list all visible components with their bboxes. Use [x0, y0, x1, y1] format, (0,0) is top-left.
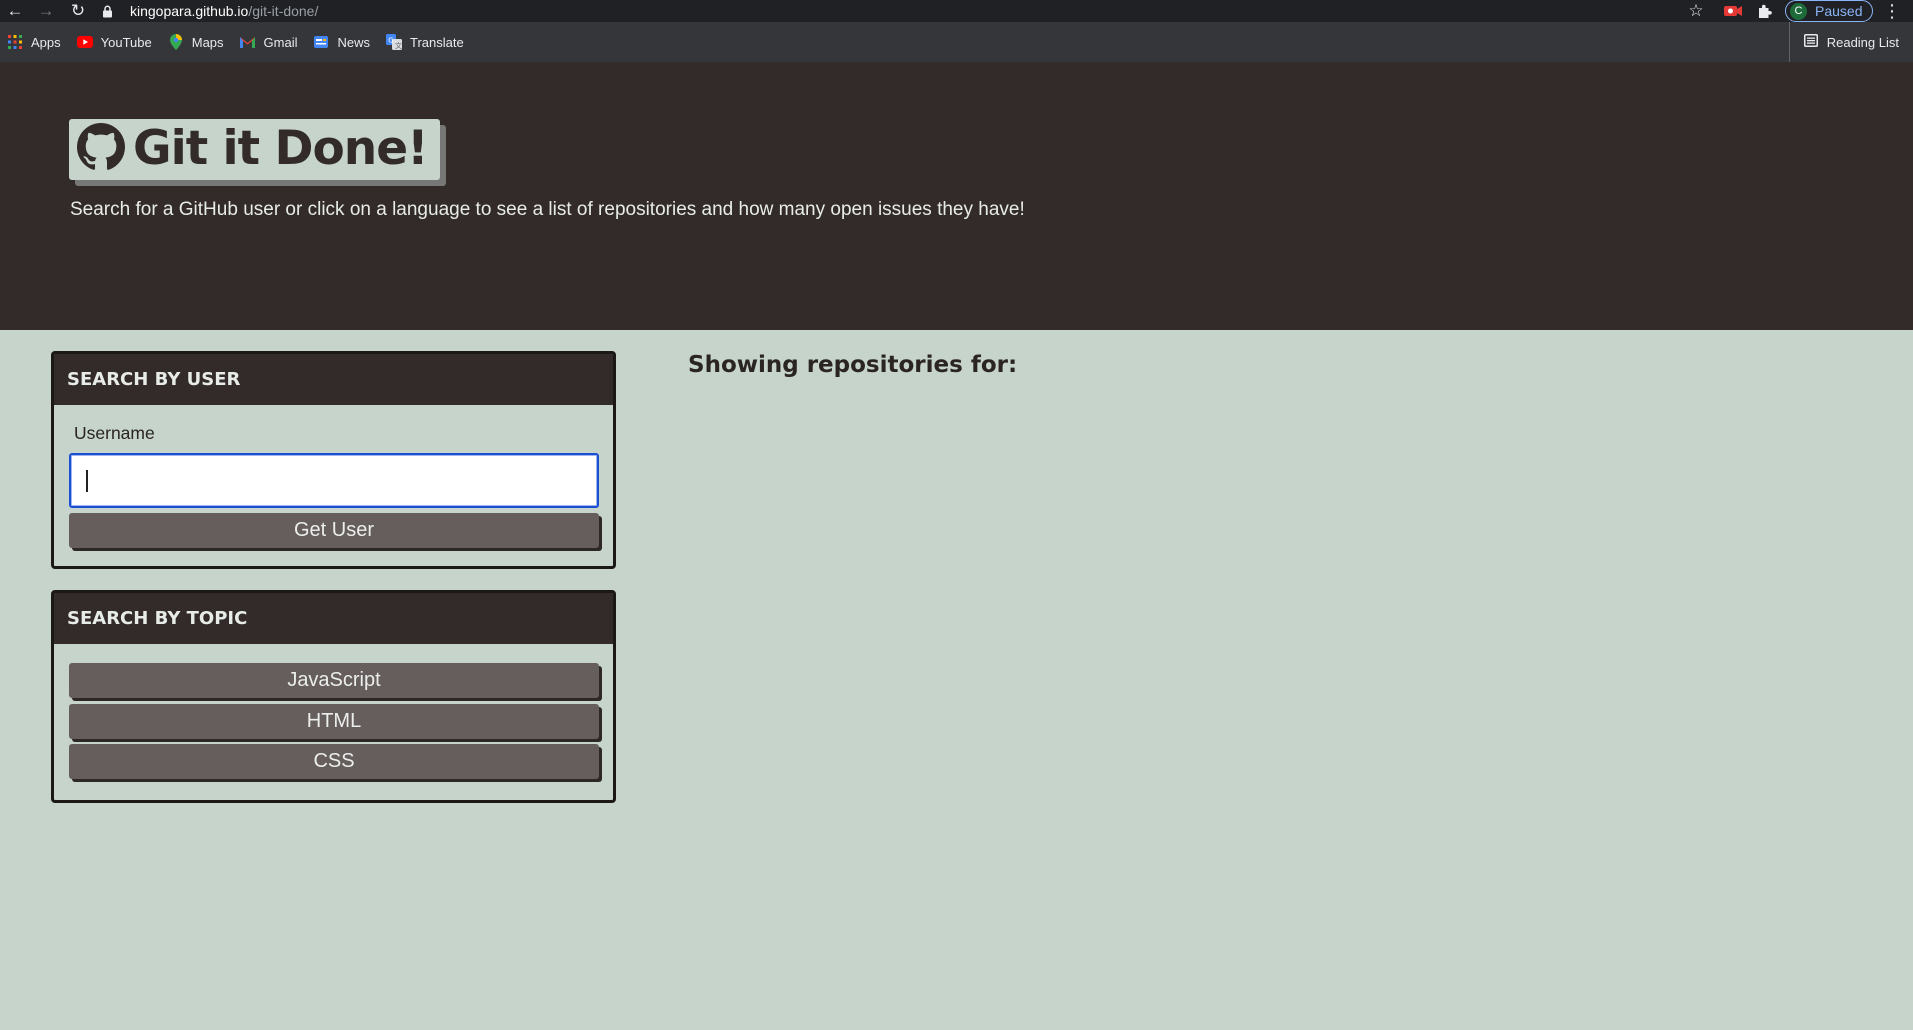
profile-status: Paused [1815, 3, 1863, 19]
repos-heading: Showing repositories for: [688, 352, 1018, 378]
address-bar[interactable]: kingopara.github.io/git-it-done/ [102, 0, 1707, 22]
svg-text:G: G [388, 37, 393, 45]
reading-list-icon [1803, 34, 1818, 50]
url-path: /git-it-done/ [248, 3, 319, 19]
browser-menu-icon[interactable]: ⋮ [1882, 0, 1902, 22]
news-icon [313, 34, 329, 50]
bookmark-label: Maps [191, 34, 224, 50]
gmail-icon [240, 34, 256, 50]
svg-text:文: 文 [395, 41, 402, 50]
github-octocat-icon [77, 122, 125, 176]
bookmark-apps[interactable]: Apps [0, 22, 69, 62]
extensions-puzzle-icon[interactable] [1756, 2, 1774, 20]
bookmark-label: News [337, 34, 370, 50]
reload-icon[interactable]: ↻ [65, 0, 91, 22]
site-subtitle: Search for a GitHub user or click on a l… [70, 199, 1025, 220]
user-search-card: SEARCH BY USER Username Get User [51, 351, 616, 569]
youtube-icon [76, 34, 93, 50]
bookmark-translate[interactable]: G文 Translate [378, 22, 472, 62]
bookmark-maps[interactable]: Maps [160, 22, 232, 62]
extension-recorder-icon[interactable] [1724, 3, 1742, 19]
bookmark-label: Apps [31, 34, 61, 50]
profile-avatar: C [1790, 2, 1807, 20]
topic-search-heading: SEARCH BY TOPIC [54, 593, 613, 644]
topic-button-css[interactable]: CSS [69, 744, 599, 779]
bookmark-star-icon[interactable]: ☆ [1685, 0, 1707, 22]
bookmark-label: Translate [410, 34, 464, 50]
site-logo: Git it Done! [69, 119, 440, 180]
text-caret [86, 470, 88, 492]
topic-search-card: SEARCH BY TOPIC JavaScript HTML CSS [51, 590, 616, 803]
translate-icon: G文 [386, 34, 402, 50]
reading-list-button[interactable]: Reading List [1788, 22, 1899, 62]
profile-button[interactable]: C Paused [1785, 0, 1873, 22]
topic-button-html[interactable]: HTML [69, 704, 599, 739]
bookmark-label: Gmail [263, 34, 298, 50]
reading-list-label: Reading List [1826, 34, 1899, 50]
bookmark-youtube[interactable]: YouTube [69, 22, 160, 62]
username-input[interactable] [69, 453, 599, 508]
bookmark-news[interactable]: News [305, 22, 378, 62]
browser-toolbar: ← → ↻ kingopara.github.io/git-it-done/ ☆… [0, 0, 1913, 22]
topic-button-javascript[interactable]: JavaScript [69, 663, 599, 698]
bookmark-gmail[interactable]: Gmail [232, 22, 306, 62]
get-user-button[interactable]: Get User [69, 513, 599, 548]
site-title: Git it Done! [133, 121, 429, 176]
bookmarks-bar: Apps YouTube Maps Gmail News G文 Translat… [0, 22, 1913, 62]
back-arrow-icon[interactable]: ← [2, 0, 28, 22]
hero-header: Git it Done! Search for a GitHub user or… [0, 62, 1913, 330]
username-label: Username [74, 423, 155, 443]
lock-icon [102, 3, 118, 19]
url-host: kingopara.github.io [130, 3, 249, 19]
user-search-heading: SEARCH BY USER [54, 354, 613, 405]
maps-pin-icon [168, 34, 184, 50]
bookmark-label: YouTube [100, 34, 152, 50]
apps-grid-icon [7, 34, 23, 50]
forward-arrow-icon[interactable]: → [33, 0, 59, 22]
